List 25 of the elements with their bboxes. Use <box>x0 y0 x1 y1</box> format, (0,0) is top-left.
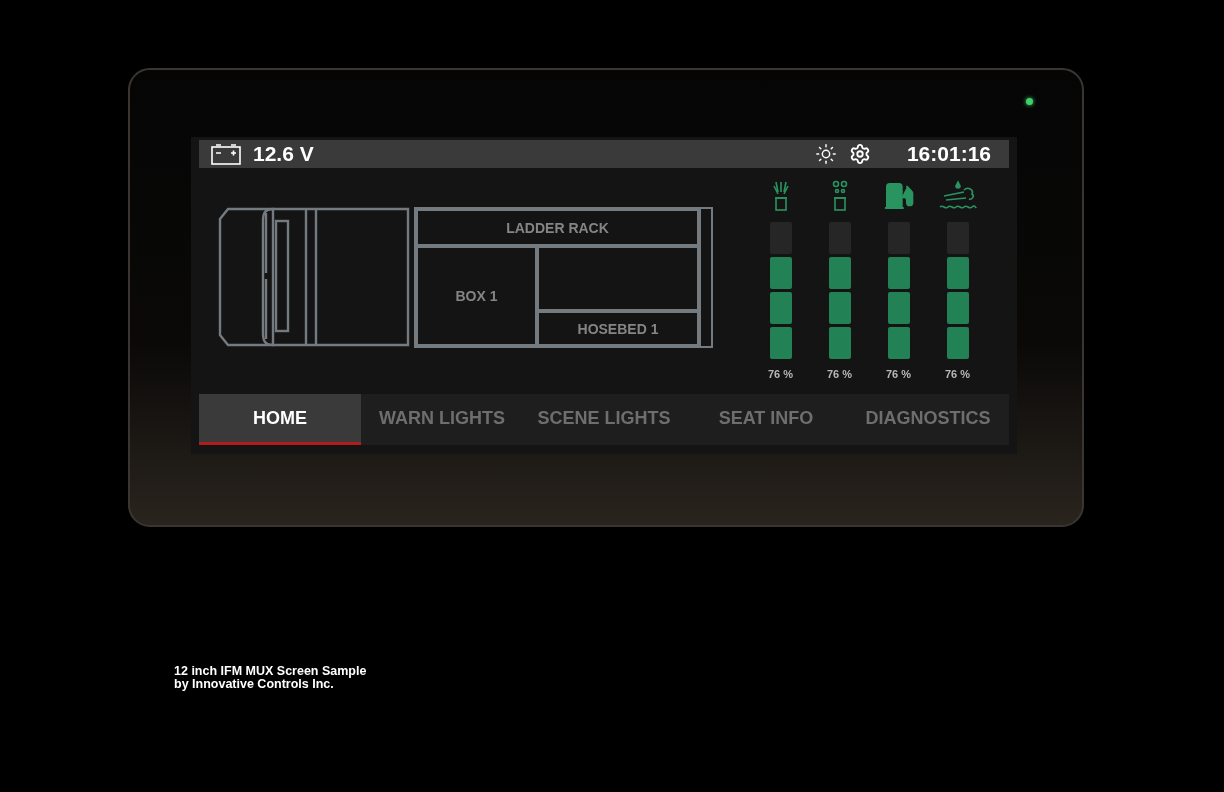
caption-text: by Innovative Controls Inc. <box>174 678 334 691</box>
voltage-reading: 12.6 V <box>253 142 314 166</box>
compartment-label[interactable]: HOSEBED 1 <box>537 311 699 346</box>
nozzle-bubbles-icon <box>830 180 849 212</box>
nav-tab[interactable]: WARN LIGHTS <box>361 394 523 445</box>
brightness-icon[interactable] <box>814 143 837 165</box>
compartment-label[interactable]: BOX 1 <box>416 246 537 346</box>
power-led <box>1026 98 1033 105</box>
level-reading: 76 % <box>885 368 912 380</box>
level-reading: 76 % <box>944 368 971 380</box>
caption-text: 12 inch IFM MUX Screen Sample <box>174 665 368 678</box>
nav-tab[interactable]: SEAT INFO <box>685 394 847 445</box>
nav-tab[interactable]: SCENE LIGHTS <box>523 394 685 445</box>
nav-tab[interactable]: HOME <box>199 394 361 445</box>
clock-time: 16:01:16 <box>906 142 991 166</box>
fuel-pump-icon <box>882 180 915 212</box>
level-reading: 76 % <box>767 368 794 380</box>
nozzle-spray-icon <box>771 180 790 212</box>
settings-icon[interactable] <box>848 143 871 165</box>
level-reading: 76 % <box>826 368 853 380</box>
exhaust-waves-icon <box>937 180 978 212</box>
battery-icon <box>211 143 241 165</box>
compartment-label[interactable]: LADDER RACK <box>416 209 699 246</box>
empty-compartment[interactable] <box>537 246 699 311</box>
nav-tab[interactable]: DIAGNOSTICS <box>847 394 1009 445</box>
